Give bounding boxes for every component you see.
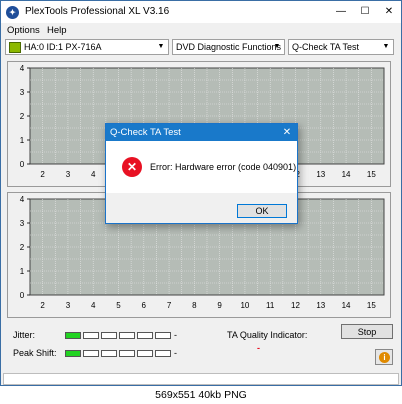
chevron-down-icon[interactable]: ▼ bbox=[380, 41, 392, 53]
x-tick-label: 2 bbox=[40, 170, 45, 179]
x-tick-label: 13 bbox=[316, 170, 325, 179]
error-message: Error: Hardware error (code 040901) bbox=[150, 162, 297, 172]
meter-cell bbox=[155, 350, 171, 357]
drive-icon bbox=[9, 42, 21, 54]
dialog-body: ✕ Error: Hardware error (code 040901) bbox=[106, 141, 297, 193]
x-tick-label: 11 bbox=[266, 301, 275, 310]
x-tick-label: 4 bbox=[91, 301, 96, 310]
menu-options[interactable]: Options bbox=[7, 25, 40, 36]
dialog-title: Q-Check TA Test bbox=[106, 124, 297, 141]
x-tick-label: 14 bbox=[342, 301, 351, 310]
jitter-label: Jitter: bbox=[13, 330, 36, 340]
stop-button[interactable]: Stop bbox=[341, 324, 393, 339]
meter-cell bbox=[101, 332, 117, 339]
x-tick-label: 3 bbox=[66, 301, 71, 310]
measurement-area: Jitter: - Peak Shift: - TA Quality Indic… bbox=[7, 321, 393, 371]
x-tick-label: 5 bbox=[116, 301, 121, 310]
y-tick-label: 3 bbox=[20, 88, 25, 97]
test-select[interactable]: Q-Check TA Test ▼ bbox=[288, 39, 394, 55]
dialog-close-icon[interactable]: ✕ bbox=[277, 124, 297, 141]
x-tick-label: 14 bbox=[342, 170, 351, 179]
x-tick-label: 15 bbox=[367, 170, 376, 179]
meter-cell bbox=[101, 350, 117, 357]
x-tick-label: 8 bbox=[192, 301, 197, 310]
y-tick-label: 4 bbox=[20, 64, 25, 73]
meter-cell bbox=[137, 350, 153, 357]
y-tick-label: 1 bbox=[20, 136, 25, 145]
x-tick-label: 12 bbox=[291, 301, 300, 310]
meter-cell bbox=[83, 332, 99, 339]
y-tick-label: 2 bbox=[20, 243, 25, 252]
x-tick-label: 7 bbox=[167, 301, 172, 310]
y-tick-label: 0 bbox=[20, 160, 25, 169]
test-select-value: Q-Check TA Test bbox=[292, 42, 360, 52]
y-tick-label: 4 bbox=[20, 195, 25, 204]
info-icon: i bbox=[379, 352, 390, 363]
meter-cell bbox=[65, 350, 81, 357]
menu-help[interactable]: Help bbox=[47, 25, 67, 36]
y-tick-label: 0 bbox=[20, 291, 25, 300]
function-select[interactable]: DVD Diagnostic Functions ▼ bbox=[172, 39, 285, 55]
peak-shift-value: - bbox=[174, 348, 177, 358]
x-tick-label: 10 bbox=[240, 301, 249, 310]
toolbar: HA:0 ID:1 PX-716A ▼ DVD Diagnostic Funct… bbox=[1, 39, 401, 57]
close-button[interactable]: ✕ bbox=[377, 1, 401, 23]
meter-cell bbox=[137, 332, 153, 339]
status-bar bbox=[3, 373, 399, 385]
maximize-button[interactable]: ☐ bbox=[353, 1, 377, 23]
info-button[interactable]: i bbox=[375, 349, 393, 365]
function-select-value: DVD Diagnostic Functions bbox=[176, 42, 282, 52]
meter-cell bbox=[83, 350, 99, 357]
x-tick-label: 2 bbox=[40, 301, 45, 310]
x-tick-label: 3 bbox=[66, 170, 71, 179]
app-icon: ✦ bbox=[6, 6, 19, 19]
ta-quality-label: TA Quality Indicator: bbox=[227, 330, 308, 340]
ta-quality-value: - bbox=[257, 343, 260, 353]
x-tick-label: 15 bbox=[367, 301, 376, 310]
chevron-down-icon[interactable]: ▼ bbox=[155, 41, 167, 53]
x-tick-label: 9 bbox=[217, 301, 222, 310]
meter-cell bbox=[65, 332, 81, 339]
minimize-button[interactable]: — bbox=[329, 1, 353, 23]
ok-button[interactable]: OK bbox=[237, 204, 287, 218]
error-dialog: Q-Check TA Test ✕ ✕ Error: Hardware erro… bbox=[105, 123, 298, 224]
meter-cell bbox=[119, 332, 135, 339]
window-title: PlexTools Professional XL V3.16 bbox=[25, 6, 170, 17]
y-tick-label: 3 bbox=[20, 219, 25, 228]
x-tick-label: 4 bbox=[91, 170, 96, 179]
title-bar: ✦ PlexTools Professional XL V3.16 — ☐ ✕ bbox=[1, 1, 401, 23]
drive-select[interactable]: HA:0 ID:1 PX-716A ▼ bbox=[5, 39, 169, 55]
y-tick-label: 1 bbox=[20, 267, 25, 276]
y-tick-labels: 0 1 2 3 4 bbox=[20, 195, 30, 300]
meter-cell bbox=[119, 350, 135, 357]
peak-shift-label: Peak Shift: bbox=[13, 348, 57, 358]
drive-select-value: HA:0 ID:1 PX-716A bbox=[24, 42, 102, 52]
image-caption: 569x551 40kb PNG bbox=[0, 387, 402, 404]
y-tick-label: 2 bbox=[20, 112, 25, 121]
meter-cell bbox=[155, 332, 171, 339]
jitter-value: - bbox=[174, 330, 177, 340]
chevron-down-icon[interactable]: ▼ bbox=[271, 41, 283, 53]
error-icon: ✕ bbox=[122, 157, 142, 177]
y-tick-labels: 0 1 2 3 4 bbox=[20, 64, 30, 169]
x-tick-labels: 2 3 4 5 6 7 8 9 10 11 12 13 14 15 bbox=[40, 301, 376, 310]
x-tick-label: 6 bbox=[142, 301, 147, 310]
x-tick-label: 13 bbox=[316, 301, 325, 310]
menu-bar: Options Help bbox=[1, 23, 401, 38]
